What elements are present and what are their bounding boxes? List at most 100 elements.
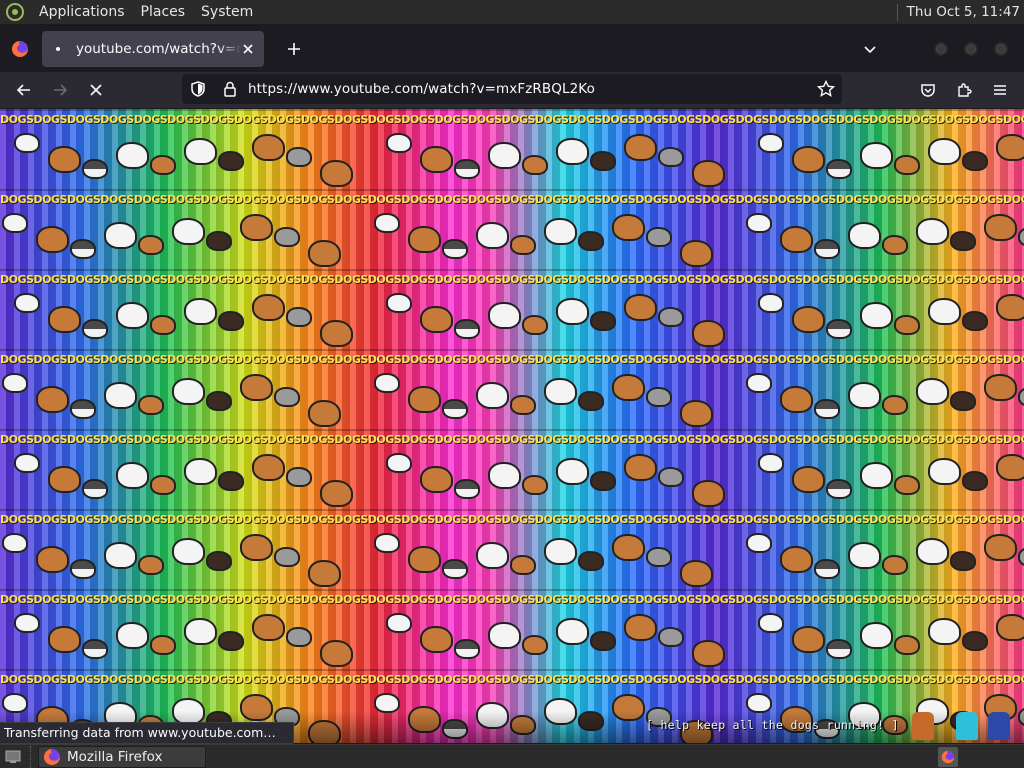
close-window-button[interactable] bbox=[994, 42, 1008, 56]
dog-sprite bbox=[658, 147, 684, 167]
dog-sprite bbox=[692, 480, 725, 507]
stop-icon bbox=[90, 84, 102, 96]
dogs-banner-text: DOGSDOGSDOGSDOGSDOGSDOGSDOGSDOGSDOGSDOGS… bbox=[0, 193, 1024, 206]
help-dogs-running-text: [ help keep all the dogs running! ] bbox=[646, 718, 899, 732]
dog-sprite bbox=[252, 614, 285, 641]
dog-sprite bbox=[14, 133, 40, 153]
dogs-band: DOGSDOGSDOGSDOGSDOGSDOGSDOGSDOGSDOGSDOGS… bbox=[0, 189, 1024, 269]
forward-arrow-icon bbox=[54, 84, 68, 96]
dog-sprite bbox=[950, 231, 976, 251]
dog-sprite bbox=[2, 373, 28, 393]
menu-system[interactable]: System bbox=[194, 4, 262, 20]
dog-sprite bbox=[894, 635, 920, 655]
workspace-switcher[interactable] bbox=[938, 746, 958, 767]
dog-sprite bbox=[996, 134, 1024, 161]
tab-close-icon[interactable] bbox=[239, 40, 257, 58]
dog-sprite bbox=[274, 387, 300, 407]
dog-sprite bbox=[916, 538, 949, 565]
menu-places[interactable]: Places bbox=[134, 4, 195, 20]
dog-sprite bbox=[590, 311, 616, 331]
dog-sprite bbox=[240, 374, 273, 401]
plus-icon bbox=[288, 43, 300, 55]
dog-sprite bbox=[612, 374, 645, 401]
dog-sprite bbox=[928, 138, 961, 165]
chevron-down-icon bbox=[864, 46, 876, 54]
system-bottom-panel: Mozilla Firefox bbox=[0, 744, 1024, 768]
dog-sprite bbox=[48, 626, 81, 653]
clock[interactable]: Thu Oct 5, 11:47 bbox=[907, 4, 1024, 20]
extensions-button[interactable] bbox=[948, 74, 980, 106]
url-text[interactable]: https://www.youtube.com/watch?v=mxFzRBQL… bbox=[248, 81, 595, 97]
dogs-banner-text: DOGSDOGSDOGSDOGSDOGSDOGSDOGSDOGSDOGSDOGS… bbox=[0, 433, 1024, 446]
dog-sprite bbox=[488, 142, 521, 169]
dog-sprite bbox=[218, 311, 244, 331]
dog-sprite bbox=[206, 231, 232, 251]
show-desktop-button[interactable] bbox=[2, 746, 24, 768]
minimize-window-button[interactable] bbox=[934, 42, 948, 56]
maximize-window-button[interactable] bbox=[964, 42, 978, 56]
dog-sprite bbox=[150, 155, 176, 175]
dog-sprite bbox=[680, 560, 713, 587]
lock-icon[interactable] bbox=[220, 79, 240, 99]
taskbar-handle bbox=[30, 745, 38, 768]
stop-loading-button[interactable] bbox=[80, 74, 112, 106]
dog-sprite bbox=[658, 307, 684, 327]
kali-logo-icon[interactable] bbox=[6, 3, 24, 21]
dog-sprite bbox=[826, 479, 852, 499]
dogs-band: DOGSDOGSDOGSDOGSDOGSDOGSDOGSDOGSDOGSDOGS… bbox=[0, 349, 1024, 429]
dog-sprite bbox=[274, 547, 300, 567]
pocket-button[interactable] bbox=[912, 74, 944, 106]
url-bar[interactable]: https://www.youtube.com/watch?v=mxFzRBQL… bbox=[182, 74, 842, 104]
dog-sprite bbox=[82, 479, 108, 499]
dog-sprite bbox=[150, 475, 176, 495]
dog-sprite bbox=[578, 551, 604, 571]
list-all-tabs-button[interactable] bbox=[854, 33, 886, 65]
page-content-dogs-animation[interactable]: DOGSDOGSDOGSDOGSDOGSDOGSDOGSDOGSDOGSDOGS… bbox=[0, 109, 1024, 743]
dog-sprite bbox=[476, 542, 509, 569]
dog-sprite bbox=[578, 391, 604, 411]
dog-sprite bbox=[646, 387, 672, 407]
taskbar-window-firefox[interactable]: Mozilla Firefox bbox=[38, 745, 206, 768]
firefox-view-button[interactable] bbox=[0, 26, 40, 72]
dog-sprite bbox=[522, 635, 548, 655]
dog-sprite bbox=[746, 693, 772, 713]
navigation-toolbar: https://www.youtube.com/watch?v=mxFzRBQL… bbox=[0, 72, 1024, 108]
dog-sprite bbox=[374, 373, 400, 393]
dogs-band: DOGSDOGSDOGSDOGSDOGSDOGSDOGSDOGSDOGSDOGS… bbox=[0, 429, 1024, 509]
back-button[interactable] bbox=[8, 74, 40, 106]
bookmark-star-icon[interactable] bbox=[816, 79, 836, 99]
dogs-band: DOGSDOGSDOGSDOGSDOGSDOGSDOGSDOGSDOGSDOGS… bbox=[0, 589, 1024, 669]
dog-sprite bbox=[984, 534, 1017, 561]
dog-sprite bbox=[556, 138, 589, 165]
dog-sprite bbox=[962, 631, 988, 651]
dog-sprite-icon bbox=[912, 712, 934, 740]
dog-sprite bbox=[996, 614, 1024, 641]
dog-sprite bbox=[442, 559, 468, 579]
dog-sprite bbox=[488, 622, 521, 649]
app-menu-button[interactable] bbox=[984, 74, 1016, 106]
dog-sprite bbox=[814, 239, 840, 259]
tab-youtube[interactable]: youtube.com/watch?v=mxFzRBQL2Ko bbox=[42, 31, 264, 67]
dog-sprite bbox=[218, 151, 244, 171]
dog-sprite bbox=[70, 239, 96, 259]
dog-sprite bbox=[780, 386, 813, 413]
dog-sprite bbox=[758, 453, 784, 473]
dog-sprite bbox=[184, 298, 217, 325]
dog-sprite bbox=[646, 227, 672, 247]
dog-sprite bbox=[692, 160, 725, 187]
new-tab-button[interactable] bbox=[278, 33, 310, 65]
forward-button[interactable] bbox=[44, 74, 76, 106]
dog-sprite bbox=[286, 627, 312, 647]
dog-sprite bbox=[826, 159, 852, 179]
dog-sprite bbox=[984, 214, 1017, 241]
dog-sprite bbox=[2, 533, 28, 553]
dog-sprite bbox=[240, 534, 273, 561]
firefox-icon bbox=[941, 750, 955, 763]
dog-sprite bbox=[48, 466, 81, 493]
dogs-banner-text: DOGSDOGSDOGSDOGSDOGSDOGSDOGSDOGSDOGSDOGS… bbox=[0, 513, 1024, 526]
dog-sprite bbox=[442, 399, 468, 419]
tracking-protection-shield-icon[interactable] bbox=[188, 79, 208, 99]
dog-sprite bbox=[792, 466, 825, 493]
menu-applications[interactable]: Applications bbox=[32, 4, 134, 20]
dog-sprite bbox=[894, 155, 920, 175]
